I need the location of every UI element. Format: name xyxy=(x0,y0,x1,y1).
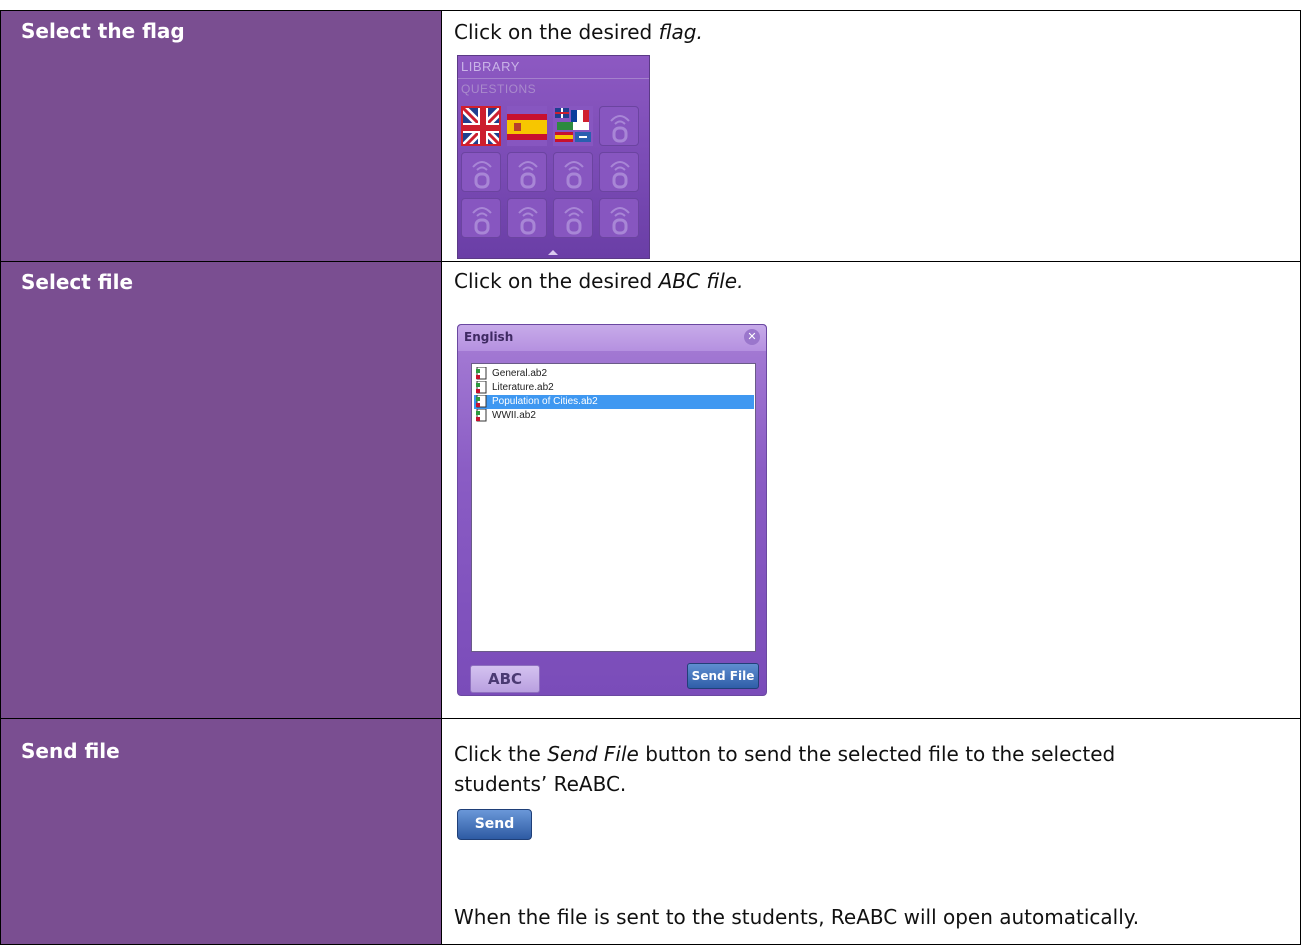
library-subtitle: QUESTIONS xyxy=(461,82,537,96)
row-label: Select the flag xyxy=(21,19,185,43)
uk-flag-icon[interactable] xyxy=(461,106,501,146)
mixed-flags-icon[interactable] xyxy=(553,106,593,146)
instruction-emphasis: Send File xyxy=(547,742,639,766)
file-icon xyxy=(476,367,487,380)
list-item[interactable]: Literature.ab2 xyxy=(474,381,754,395)
row-label: Select file xyxy=(21,270,134,294)
instruction-text: Click on the desired ABC file. xyxy=(454,266,743,296)
spain-flag-icon[interactable] xyxy=(507,106,547,146)
file-name: Population of Cities.ab2 xyxy=(492,396,598,407)
row-label: Send file xyxy=(21,739,120,763)
instruction-post: button to send the selected file to the … xyxy=(638,742,1116,766)
close-icon[interactable]: ✕ xyxy=(744,329,760,345)
list-item-selected[interactable]: Population of Cities.ab2 xyxy=(474,395,754,409)
file-name: WWII.ab2 xyxy=(492,410,536,421)
empty-slot[interactable] xyxy=(599,152,639,192)
dialog-header: English ✕ xyxy=(458,325,766,351)
empty-slot[interactable] xyxy=(599,198,639,238)
instruction-emphasis: flag. xyxy=(658,20,703,44)
empty-slot[interactable] xyxy=(461,152,501,192)
empty-slot[interactable] xyxy=(553,152,593,192)
label-cell: Select file xyxy=(0,261,442,719)
empty-slot[interactable] xyxy=(461,198,501,238)
empty-slot[interactable] xyxy=(599,106,639,146)
label-cell: Send file xyxy=(0,718,442,945)
instruction-emphasis: ABC file. xyxy=(658,269,744,293)
file-icon xyxy=(476,395,487,408)
empty-slot[interactable] xyxy=(507,152,547,192)
empty-slot[interactable] xyxy=(507,198,547,238)
send-file-button[interactable]: Send File xyxy=(687,663,759,689)
file-name: Literature.ab2 xyxy=(492,382,554,393)
library-divider xyxy=(458,78,649,79)
library-title: LIBRARY xyxy=(461,59,520,74)
instruction-pre: Click on the desired xyxy=(454,20,659,44)
file-icon xyxy=(476,409,487,422)
empty-slot[interactable] xyxy=(553,198,593,238)
instruction-text: Click on the desired flag. xyxy=(454,17,703,47)
file-dialog: English ✕ General.ab2 Literature.ab2 Pop… xyxy=(457,324,767,696)
note-text: When the file is sent to the students, R… xyxy=(454,905,1140,929)
instruction-text-line1: Click the Send File button to send the s… xyxy=(454,739,1115,769)
file-icon xyxy=(476,381,487,394)
send-file-button[interactable]: Send File xyxy=(457,809,532,861)
list-item[interactable]: WWII.ab2 xyxy=(474,409,754,423)
chevron-up-icon[interactable] xyxy=(548,250,558,255)
dialog-title: English xyxy=(464,330,514,344)
instruction-pre: Click on the desired xyxy=(454,269,659,293)
label-cell: Select the flag xyxy=(0,10,442,262)
instruction-pre: Click the xyxy=(454,742,548,766)
content-cell: Click the Send File button to send the s… xyxy=(442,718,1301,945)
instruction-text-line2: students’ ReABC. xyxy=(454,772,627,796)
row-select-flag: Select the flag Click on the desired fla… xyxy=(0,10,1301,262)
library-panel: LIBRARY QUESTIONS xyxy=(457,55,650,259)
content-cell: Click on the desired ABC file. English ✕… xyxy=(442,261,1301,719)
row-send-file: Send file Click the Send File button to … xyxy=(0,718,1301,945)
file-name: General.ab2 xyxy=(492,368,548,379)
file-list[interactable]: General.ab2 Literature.ab2 Population of… xyxy=(471,363,756,652)
content-cell: Click on the desired flag. LIBRARY QUEST… xyxy=(442,10,1301,262)
abc-button[interactable]: ABC xyxy=(470,665,540,693)
row-select-file: Select file Click on the desired ABC fil… xyxy=(0,261,1301,719)
list-item[interactable]: General.ab2 xyxy=(474,367,754,381)
